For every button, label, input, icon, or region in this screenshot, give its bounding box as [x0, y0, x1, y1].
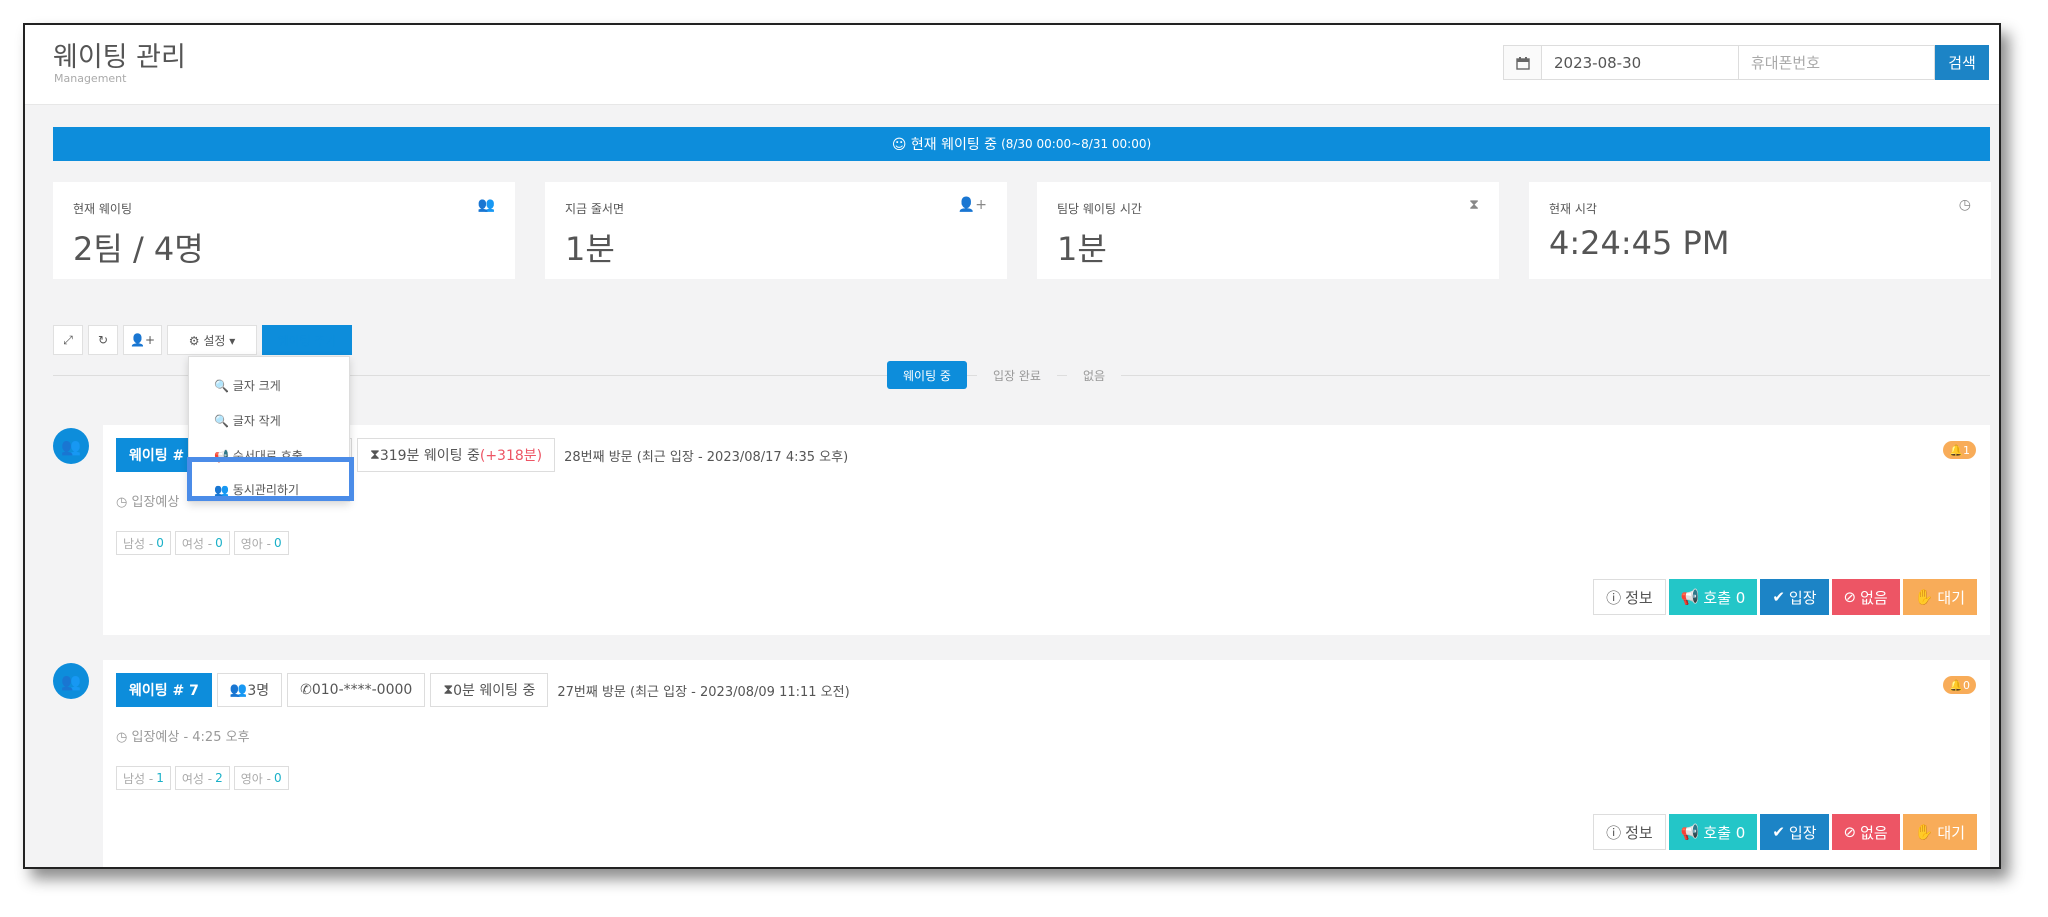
page-subtitle: Management — [54, 72, 127, 85]
clock-icon: ◷ — [1958, 197, 1971, 213]
wait-time-pill: ⧗ 319분 웨이팅 중 (+318분) — [357, 438, 556, 472]
stat-label: 팀당 웨이팅 시간 — [1057, 202, 1142, 216]
zoom-in-icon: 🔍 — [214, 379, 229, 393]
enter-button[interactable]: ✔ 입장 — [1760, 579, 1829, 615]
users-icon: 👥 — [477, 197, 495, 213]
notification-badge: 🔔 1 — [1943, 441, 1976, 459]
banner-range: (8/30 00:00~8/31 00:00) — [1001, 137, 1152, 151]
party-size-pill: 👥 3명 — [216, 673, 283, 707]
female-count: 여성 -0 — [174, 531, 230, 555]
zoom-out-icon: 🔍 — [214, 414, 229, 428]
infant-count: 영아 -0 — [233, 531, 289, 555]
gender-counts: 남성 -1 여성 -2 영아 -0 — [116, 766, 289, 790]
search-box: 검색 — [1503, 45, 1989, 80]
hand-icon: ✋ — [1914, 588, 1934, 606]
stat-card-current-time: 현재 시각 4:24:45 PM ◷ — [1529, 182, 1991, 279]
add-user-icon[interactable]: 👤+ — [123, 325, 162, 355]
stat-value: 1분 — [565, 230, 615, 268]
wait-time-pill: ⧗ 0분 웨이팅 중 — [430, 673, 549, 707]
card-actions: ⓘ 정보 📢 호출 0 ✔ 입장 ⊘ 없음 ✋ 대기 — [1593, 814, 1977, 850]
users-icon: 👥 — [229, 682, 248, 698]
waiting-status-banner: ☺ 현재 웨이팅 중 (8/30 00:00~8/31 00:00) — [53, 127, 1990, 161]
stat-card-per-team-time: 팀당 웨이팅 시간 1분 ⧗ — [1037, 182, 1499, 279]
megaphone-icon: 📢 — [1680, 823, 1700, 841]
hourglass-icon: ⧗ — [1469, 197, 1479, 213]
app-window: 웨이팅 관리 Management 검색 ☺ 현재 웨이팅 중 (8/30 00… — [23, 23, 2001, 869]
call-button[interactable]: 📢 호출 0 — [1668, 579, 1758, 615]
stat-label: 현재 시각 — [1549, 202, 1597, 216]
phone-search-input[interactable] — [1739, 45, 1935, 80]
menu-item-font-larger[interactable]: 🔍 글자 크게 — [214, 377, 281, 394]
menu-item-font-smaller[interactable]: 🔍 글자 작게 — [214, 412, 281, 429]
page-title: 웨이팅 관리 — [53, 42, 186, 73]
info-button[interactable]: ⓘ 정보 — [1593, 579, 1666, 615]
visit-history: 27번째 방문 (최근 입장 - 2023/08/09 11:11 오전) — [557, 684, 850, 700]
settings-button[interactable]: ⚙ 설정 ▾ — [167, 325, 257, 355]
check-icon: ✔ — [1772, 588, 1785, 606]
card-actions: ⓘ 정보 📢 호출 0 ✔ 입장 ⊘ 없음 ✋ 대기 — [1593, 579, 1977, 615]
phone-pill: ✆ 010-****-0000 — [287, 673, 426, 707]
waiting-card: 웨이팅 # 7 👥 3명 ✆ 010-****-0000 ⧗ 0분 웨이팅 중 27… — [103, 660, 1990, 867]
female-count: 여성 -2 — [174, 766, 230, 790]
waiting-number[interactable]: 웨이팅 # 7 — [116, 673, 212, 707]
user-plus-icon: 👤+ — [957, 197, 987, 213]
banner-label: ☺ 현재 웨이팅 중 — [891, 137, 998, 153]
search-button[interactable]: 검색 — [1935, 45, 1989, 80]
infant-count: 영아 -0 — [233, 766, 289, 790]
stat-value: 2팀 / 4명 — [73, 230, 204, 268]
enter-button[interactable]: ✔ 입장 — [1760, 814, 1829, 850]
info-icon: ⓘ — [1606, 588, 1622, 607]
wait-extra: (+318분) — [479, 448, 543, 464]
tab-waiting[interactable]: 웨이팅 중 — [887, 361, 967, 389]
expand-icon[interactable]: ⤢ — [53, 325, 83, 355]
toolbar: ⤢ ↻ 👤+ ⚙ 설정 ▾ 웨이팅 추가 — [53, 325, 352, 355]
ban-icon: ⊘ — [1843, 588, 1857, 606]
call-button[interactable]: 📢 호출 0 — [1668, 814, 1758, 850]
entry-estimate: ◷ 입장예상 - 4:25 오후 — [116, 730, 250, 745]
card-info-row: 웨이팅 # 7 👥 3명 ✆ 010-****-0000 ⧗ 0분 웨이팅 중 27… — [116, 673, 850, 707]
tab-entered[interactable]: 입장 완료 — [976, 361, 1057, 389]
stat-value: 4:24:45 PM — [1549, 224, 1730, 262]
stat-card-current-waiting: 현재 웨이팅 2팀 / 4명 👥 — [53, 182, 515, 279]
date-input[interactable] — [1541, 45, 1739, 80]
info-button[interactable]: ⓘ 정보 — [1593, 814, 1666, 850]
check-icon: ✔ — [1772, 823, 1785, 841]
no-show-button[interactable]: ⊘ 없음 — [1831, 579, 1900, 615]
hold-button[interactable]: ✋ 대기 — [1902, 814, 1977, 850]
hourglass-icon: ⧗ — [370, 447, 380, 463]
megaphone-icon: 📢 — [1680, 588, 1700, 606]
menu-item-highlight — [187, 457, 354, 501]
status-tabs: 웨이팅 중 입장 완료 없음 — [887, 361, 1122, 389]
ban-icon: ⊘ — [1843, 823, 1857, 841]
avatar: 👥 — [53, 428, 89, 464]
male-count: 남성 -0 — [116, 531, 171, 555]
notification-badge: 🔔 0 — [1943, 676, 1976, 694]
hand-icon: ✋ — [1914, 823, 1934, 841]
hold-button[interactable]: ✋ 대기 — [1902, 579, 1977, 615]
calendar-icon[interactable] — [1503, 45, 1541, 80]
refresh-icon[interactable]: ↻ — [88, 325, 118, 355]
info-icon: ⓘ — [1606, 823, 1622, 842]
stat-card-wait-if-join: 지금 줄서면 1분 👤+ — [545, 182, 1007, 279]
gender-counts: 남성 -0 여성 -0 영아 -0 — [116, 531, 289, 555]
add-waiting-button[interactable]: 웨이팅 추가 — [262, 325, 352, 355]
male-count: 남성 -1 — [116, 766, 171, 790]
avatar: 👥 — [53, 663, 89, 699]
page-header: 웨이팅 관리 Management 검색 — [25, 25, 1999, 105]
tab-none[interactable]: 없음 — [1066, 361, 1122, 389]
waiting-card: 웨이팅 # ** ⧗ 319분 웨이팅 중 (+318분) 28번째 방문 (최… — [103, 425, 1990, 635]
wait-time: 319분 웨이팅 중 — [379, 448, 480, 464]
stat-value: 1분 — [1057, 230, 1107, 268]
wait-time: 0분 웨이팅 중 — [453, 683, 536, 699]
phone-icon: ✆ — [300, 682, 312, 698]
visit-history: 28번째 방문 (최근 입장 - 2023/08/17 4:35 오후) — [564, 449, 849, 465]
stat-label: 지금 줄서면 — [565, 202, 625, 216]
stat-label: 현재 웨이팅 — [73, 202, 133, 216]
entry-estimate: ◷ 입장예상 — [116, 495, 180, 510]
hourglass-icon: ⧗ — [443, 682, 454, 698]
no-show-button[interactable]: ⊘ 없음 — [1831, 814, 1900, 850]
